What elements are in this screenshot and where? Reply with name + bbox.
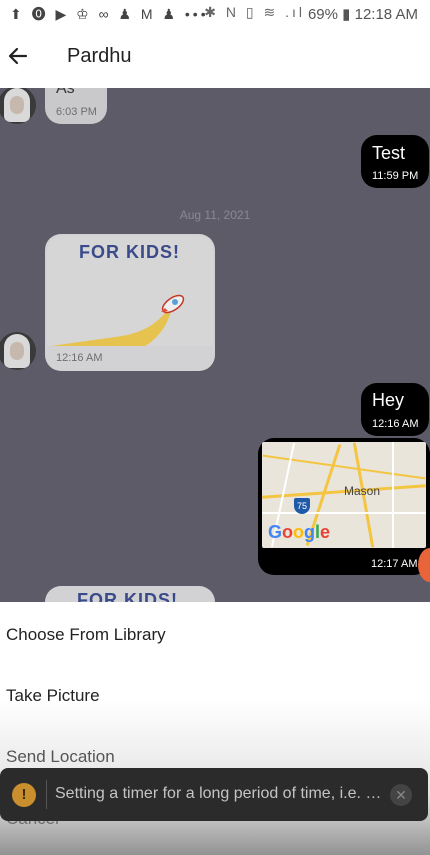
message-time: 12:17 AM bbox=[371, 558, 418, 570]
avatar[interactable] bbox=[0, 88, 36, 124]
status-right: 69% ▮ 12:18 AM bbox=[308, 5, 418, 23]
message-time: 12:16 AM bbox=[372, 418, 419, 430]
kids-image[interactable]: FOR KIDS! bbox=[47, 236, 213, 346]
map-message-outgoing[interactable]: 75 Mason Google 12:17 AM bbox=[258, 438, 430, 575]
send-location-option[interactable]: Send Location bbox=[6, 747, 115, 767]
system-icons: ✱ N ▯ ≋ .ıl bbox=[204, 4, 305, 20]
battery-level: 69% bbox=[307, 6, 338, 23]
message-text: Hey bbox=[372, 390, 405, 410]
notification-icons: ⬆ ⓿ ▶ ♔ ∞ ♟ M ♟ ••• bbox=[10, 6, 209, 22]
floating-button[interactable] bbox=[418, 548, 430, 582]
close-icon[interactable]: ✕ bbox=[390, 784, 412, 806]
image-message-incoming[interactable]: FOR KIDS! bbox=[45, 586, 215, 602]
image-caption: FOR KIDS! bbox=[79, 242, 180, 262]
message-time: 6:03 PM bbox=[56, 106, 97, 118]
message-text: Test bbox=[372, 143, 406, 163]
message-time: 12:16 AM bbox=[56, 352, 103, 364]
message-bubble-outgoing[interactable]: Test 11:59 PM bbox=[361, 135, 429, 188]
avatar[interactable] bbox=[0, 332, 36, 370]
take-picture-option[interactable]: Take Picture bbox=[6, 686, 100, 706]
page-title: Pardhu bbox=[67, 45, 132, 67]
google-logo: Google bbox=[268, 522, 331, 542]
message-bubble-incoming[interactable]: As 6:03 PM bbox=[45, 88, 107, 124]
warning-toast[interactable]: ! Setting a timer for a long period of t… bbox=[0, 768, 428, 821]
status-bar: ⬆ ⓿ ▶ ♔ ∞ ♟ M ♟ ••• ✱ N ▯ ≋ .ıl 69% ▮ 12… bbox=[0, 0, 430, 28]
warning-icon: ! bbox=[12, 783, 36, 807]
rocket-icon bbox=[161, 294, 185, 314]
toast-divider bbox=[46, 780, 47, 809]
choose-from-library-option[interactable]: Choose From Library bbox=[6, 625, 166, 645]
map-preview[interactable]: 75 Mason Google bbox=[262, 442, 426, 548]
map-place-label: Mason bbox=[344, 484, 381, 498]
message-bubble-outgoing[interactable]: Hey 12:16 AM bbox=[361, 383, 429, 436]
chat-area[interactable]: As 6:03 PM Test 11:59 PM Aug 11, 2021 FO… bbox=[0, 88, 430, 602]
message-time: 11:59 PM bbox=[372, 170, 419, 182]
image-message-incoming[interactable]: FOR KIDS! 12:16 AM bbox=[45, 234, 215, 371]
image-caption: FOR KIDS! bbox=[77, 590, 178, 602]
battery-icon: ▮ bbox=[342, 6, 351, 23]
clock: 12:18 AM bbox=[354, 6, 418, 23]
back-arrow-icon[interactable] bbox=[4, 41, 34, 71]
chat-header: Pardhu bbox=[0, 28, 430, 89]
toast-message: Setting a timer for a long period of tim… bbox=[55, 785, 385, 802]
date-separator: Aug 11, 2021 bbox=[179, 208, 251, 222]
interstate-shield-icon: 75 bbox=[294, 498, 310, 514]
message-text: As bbox=[56, 88, 75, 97]
